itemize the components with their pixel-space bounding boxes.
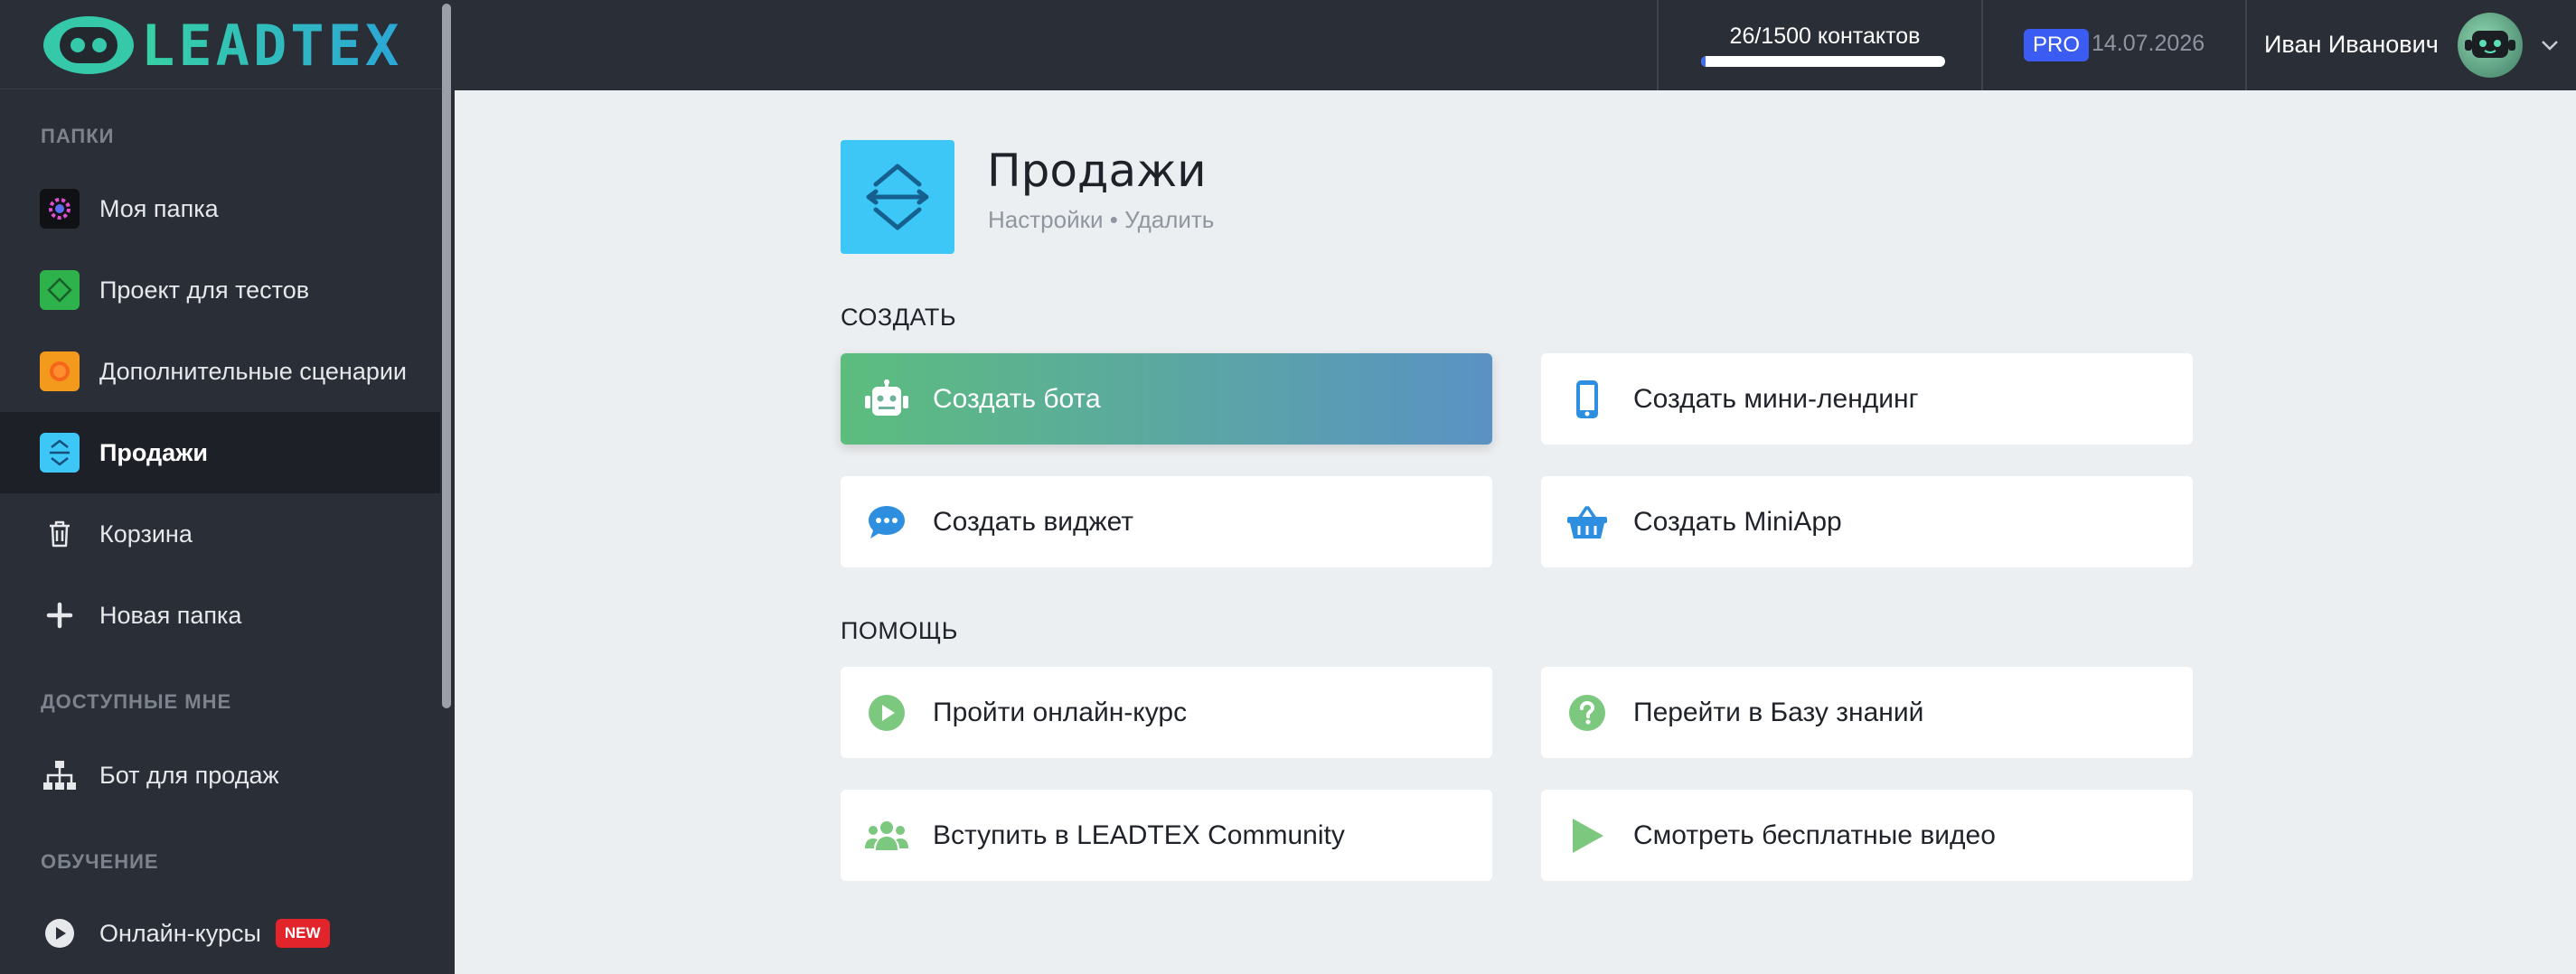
diamond-folder-icon: [40, 270, 80, 310]
sidebar-scrollbar[interactable]: [442, 4, 451, 708]
section-title-help: ПОМОЩЬ: [841, 617, 958, 644]
sidebar: LEADTEX ПАПКИ Моя папка Проект для тесто…: [0, 0, 455, 974]
contacts-progress-bar: [1701, 56, 1945, 67]
sales-folder-icon: [40, 433, 80, 473]
basket-icon: [1565, 500, 1610, 545]
card-label: Вступить в LEADTEX Community: [933, 819, 1345, 850]
card-label: Перейти в Базу знаний: [1633, 697, 1924, 727]
contacts-progress-fill: [1701, 56, 1706, 67]
sidebar-item-sales[interactable]: Продажи: [0, 412, 440, 493]
sidebar-item-label: Онлайн-курсы: [99, 919, 261, 947]
card-label: Создать виджет: [933, 506, 1134, 537]
sidebar-item-label: Продажи: [99, 438, 208, 466]
sidebar-item-new-folder[interactable]: Новая папка: [0, 575, 440, 656]
join-community-button[interactable]: Вступить в LEADTEX Community: [841, 790, 1492, 881]
section-title-learning: ОБУЧЕНИЕ: [41, 850, 159, 873]
sidebar-item-label: Новая папка: [99, 601, 242, 629]
new-badge: NEW: [275, 919, 330, 948]
section-title-folders: ПАПКИ: [41, 125, 115, 147]
mobile-icon: [1565, 377, 1610, 422]
delete-link[interactable]: Удалить: [1124, 206, 1214, 233]
contacts-counter: 26/1500 контактов: [1729, 23, 1921, 49]
avatar[interactable]: [2458, 13, 2523, 78]
plan-expiry-date: 14.07.2026: [2092, 31, 2205, 56]
play-circle-icon: [40, 913, 80, 953]
users-icon: [864, 813, 909, 858]
chevron-down-icon[interactable]: [2539, 34, 2561, 56]
create-landing-button[interactable]: Создать мини-лендинг: [1541, 353, 2193, 445]
sidebar-item-label: Моя папка: [99, 194, 219, 222]
sidebar-item-label: Дополнительные сценарии: [99, 357, 408, 385]
sidebar-item-label: Бот для продаж: [99, 761, 279, 789]
brand-name: LEADTEX: [141, 12, 403, 79]
sidebar-item-test-project[interactable]: Проект для тестов: [0, 249, 440, 331]
robot-logo-icon: [40, 13, 137, 78]
plus-icon: [40, 595, 80, 635]
card-label: Создать бота: [933, 383, 1101, 414]
robot-icon: [864, 377, 909, 422]
sidebar-item-my-folder[interactable]: Моя папка: [0, 168, 440, 249]
trash-icon: [40, 514, 80, 554]
gear-folder-icon: [40, 189, 80, 229]
online-course-button[interactable]: Пройти онлайн-курс: [841, 667, 1492, 758]
chat-bubble-icon: [864, 500, 909, 545]
top-bar: 26/1500 контактов PRO 14.07.2026 Иван Ив…: [455, 0, 2576, 90]
plan-badge[interactable]: PRO: [2024, 29, 2090, 61]
question-circle-icon: [1565, 690, 1610, 735]
top-bar-divider: [1981, 0, 1983, 90]
user-name[interactable]: Иван Иванович: [2264, 31, 2439, 59]
sitemap-icon: [40, 755, 80, 795]
page-title: Продажи: [987, 145, 1207, 197]
top-bar-divider: [2245, 0, 2247, 90]
create-bot-button[interactable]: Создать бота: [841, 353, 1492, 445]
sidebar-item-label: Проект для тестов: [99, 276, 310, 304]
free-videos-button[interactable]: Смотреть бесплатные видео: [1541, 790, 2193, 881]
card-label: Создать MiniApp: [1633, 506, 1842, 537]
create-miniapp-button[interactable]: Создать MiniApp: [1541, 476, 2193, 567]
separator: •: [1109, 206, 1118, 233]
sidebar-item-online-courses[interactable]: Онлайн-курсы NEW: [0, 893, 440, 974]
card-label: Создать мини-лендинг: [1633, 383, 1919, 414]
knowledge-base-button[interactable]: Перейти в Базу знаний: [1541, 667, 2193, 758]
orange-circle-folder-icon: [40, 351, 80, 391]
settings-link[interactable]: Настройки: [988, 206, 1104, 233]
sidebar-item-label: Корзина: [99, 520, 193, 548]
sidebar-item-sales-bot[interactable]: Бот для продаж: [0, 735, 440, 816]
brand-logo[interactable]: LEADTEX: [40, 12, 403, 79]
sales-folder-icon: [841, 140, 954, 254]
section-title-shared: ДОСТУПНЫЕ МНЕ: [41, 690, 232, 713]
play-triangle-icon: [1565, 813, 1610, 858]
sidebar-item-extra-scenarios[interactable]: Дополнительные сценарии: [0, 331, 440, 412]
create-widget-button[interactable]: Создать виджет: [841, 476, 1492, 567]
folder-actions: Настройки • Удалить: [988, 206, 1214, 234]
card-label: Смотреть бесплатные видео: [1633, 819, 1996, 850]
sidebar-item-trash[interactable]: Корзина: [0, 493, 440, 575]
play-circle-icon: [864, 690, 909, 735]
card-label: Пройти онлайн-курс: [933, 697, 1188, 727]
top-bar-divider: [1657, 0, 1659, 90]
section-title-create: СОЗДАТЬ: [841, 304, 957, 331]
